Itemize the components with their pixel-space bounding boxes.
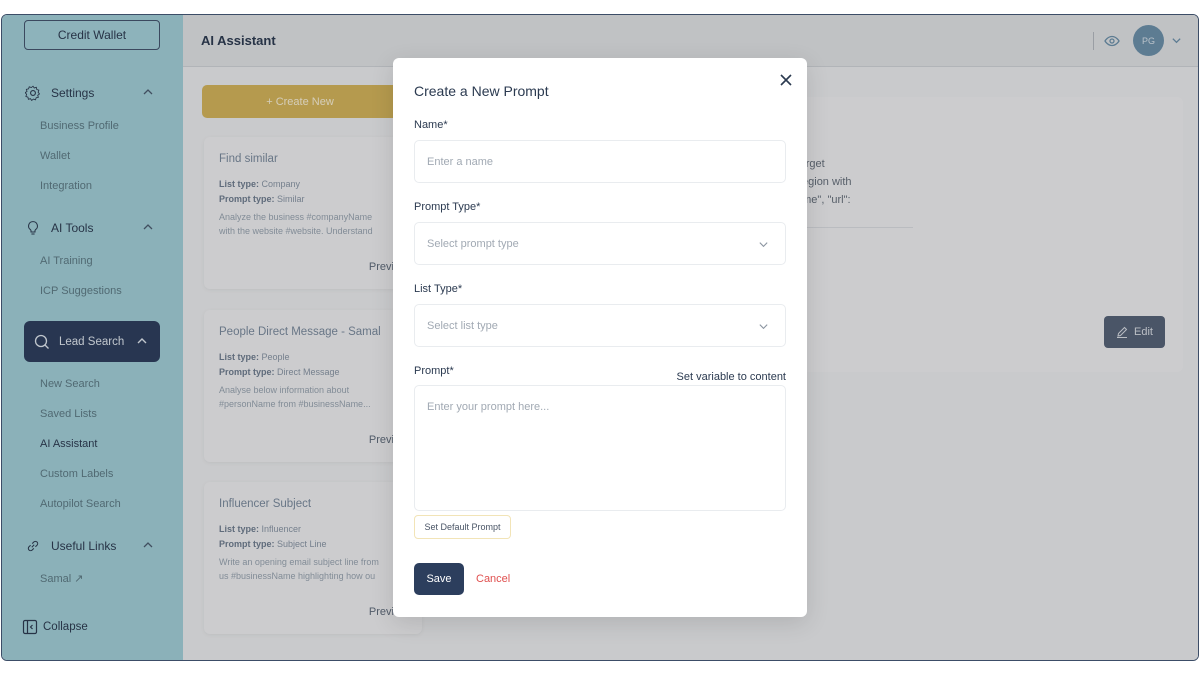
name-field[interactable]: Enter a name [414, 140, 786, 183]
save-button[interactable]: Save [414, 563, 464, 595]
prompt-type-select[interactable]: Select prompt type [414, 222, 786, 265]
name-label: Name* [414, 119, 448, 131]
modal-title: Create a New Prompt [414, 83, 549, 99]
list-type-label: List Type* [414, 283, 463, 295]
create-prompt-modal: Create a New Prompt Name* Enter a name P… [393, 58, 807, 617]
chevron-down-icon [759, 324, 768, 330]
list-type-select[interactable]: Select list type [414, 304, 786, 347]
cancel-button[interactable]: Cancel [476, 573, 510, 585]
set-variable-link[interactable]: Set variable to content [677, 371, 786, 383]
prompt-label: Prompt* [414, 365, 454, 377]
list-type-placeholder: Select list type [427, 319, 498, 332]
prompt-type-label: Prompt Type* [414, 201, 481, 213]
set-default-prompt-button[interactable]: Set Default Prompt [414, 515, 511, 539]
chevron-down-icon [759, 242, 768, 248]
prompt-textarea[interactable]: Enter your prompt here... [414, 385, 786, 511]
close-icon[interactable] [778, 72, 794, 88]
prompt-type-placeholder: Select prompt type [427, 237, 519, 250]
